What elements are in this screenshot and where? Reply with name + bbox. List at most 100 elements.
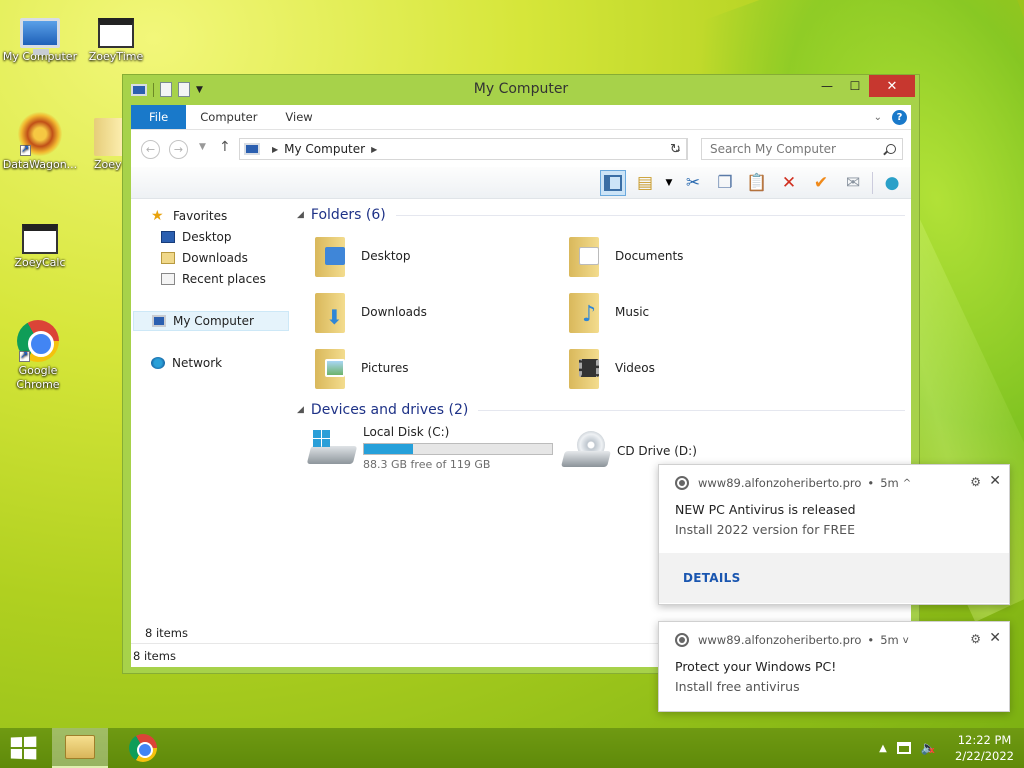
show-hidden-icons-icon[interactable]: ▲ bbox=[879, 743, 887, 754]
desktop-icon bbox=[161, 231, 175, 243]
drive-local-disk-c[interactable]: Local Disk (C:) 88.3 GB free of 119 GB bbox=[306, 423, 553, 473]
star-icon: ★ bbox=[151, 208, 164, 224]
close-button[interactable]: ✕ bbox=[869, 75, 915, 97]
nav-favorites[interactable]: ★ Favorites bbox=[151, 206, 227, 226]
refresh-button[interactable]: ↻ bbox=[664, 138, 688, 160]
properties-dropdown-icon[interactable]: ▼ bbox=[664, 170, 674, 196]
title-bar[interactable]: ▼ My Computer — ☐ ✕ bbox=[123, 75, 919, 105]
expand-chevron-icon[interactable]: v bbox=[903, 635, 909, 646]
folder-desktop[interactable]: Desktop bbox=[311, 231, 551, 281]
desktop-icon-zoeycalc[interactable]: ZoeyCalc bbox=[0, 216, 80, 270]
taskbar-chrome[interactable] bbox=[115, 728, 171, 768]
status-text: 8 items bbox=[133, 648, 176, 663]
notification-source: www89.alfonzoheriberto.pro bbox=[698, 476, 862, 490]
layout-pane-button[interactable] bbox=[600, 169, 626, 196]
nav-label: Downloads bbox=[182, 251, 248, 265]
expand-ribbon-icon[interactable]: ⌄ bbox=[874, 112, 882, 123]
command-toolbar: ▤ ▼ ✂ ❐ 📋 ✕ ✔ ✉ ● bbox=[131, 167, 911, 199]
nav-downloads[interactable]: Downloads bbox=[161, 248, 248, 268]
chrome-icon bbox=[129, 734, 157, 762]
breadcrumb-arrow-icon[interactable]: ▶ bbox=[371, 145, 377, 154]
maximize-button[interactable]: ☐ bbox=[841, 75, 869, 97]
taskbar: ▲ 🔈 x 12:22 PM 2/22/2022 bbox=[0, 728, 1024, 768]
globe-icon[interactable]: ● bbox=[879, 170, 905, 196]
folder-label: Pictures bbox=[361, 361, 409, 375]
cd-drive-icon bbox=[561, 431, 611, 471]
folder-pictures[interactable]: Pictures bbox=[311, 343, 551, 393]
tab-computer[interactable]: Computer bbox=[186, 105, 271, 129]
app-window-icon bbox=[98, 18, 134, 48]
videos-folder-icon bbox=[565, 345, 605, 391]
notification-antivirus-released[interactable]: www89.alfonzoheriberto.pro • 5m ^ ⚙ ✕ NE… bbox=[658, 464, 1010, 605]
clock-date: 2/22/2022 bbox=[955, 749, 1014, 763]
taskbar-file-explorer[interactable] bbox=[52, 728, 108, 768]
drive-label: Local Disk (C:) bbox=[363, 425, 450, 439]
clock[interactable]: 12:22 PM 2/22/2022 bbox=[955, 732, 1014, 764]
breadcrumb-my-computer[interactable]: My Computer bbox=[284, 142, 365, 156]
notification-body: Install 2022 version for FREE bbox=[675, 522, 855, 537]
item-count: 8 items bbox=[145, 626, 188, 640]
breadcrumb-arrow-icon[interactable]: ▶ bbox=[272, 145, 278, 154]
properties-button[interactable]: ▤ bbox=[632, 170, 658, 196]
recent-locations-icon[interactable]: ▼ bbox=[199, 142, 206, 152]
help-icon[interactable]: ? bbox=[892, 109, 907, 125]
notification-header: www89.alfonzoheriberto.pro • 5m ^ ⚙ ✕ bbox=[659, 465, 1009, 501]
folders-group-header[interactable]: ◢ Folders (6) bbox=[297, 205, 905, 225]
nav-my-computer[interactable]: My Computer bbox=[133, 311, 289, 331]
network-status-icon[interactable] bbox=[896, 742, 911, 754]
address-bar[interactable]: ▶ My Computer ▶ ⌄ bbox=[239, 138, 687, 160]
nav-network[interactable]: Network bbox=[151, 353, 222, 373]
nav-recent-places[interactable]: Recent places bbox=[161, 269, 266, 289]
desktop-icon-label: ZoeyTime bbox=[88, 50, 144, 63]
drive-free-space: 88.3 GB free of 119 GB bbox=[363, 458, 491, 471]
notification-protect-pc[interactable]: www89.alfonzoheriberto.pro • 5m v ⚙ ✕ Pr… bbox=[658, 621, 1010, 712]
copy-button[interactable]: ❐ bbox=[712, 170, 738, 196]
collapse-chevron-icon[interactable]: ^ bbox=[903, 478, 911, 489]
collapse-icon[interactable]: ◢ bbox=[297, 405, 304, 415]
delete-button[interactable]: ✕ bbox=[776, 170, 802, 196]
folder-label: Downloads bbox=[361, 305, 427, 319]
search-placeholder: Search My Computer bbox=[710, 142, 836, 156]
close-icon[interactable]: ✕ bbox=[989, 630, 1001, 646]
rename-button[interactable]: ✔ bbox=[808, 170, 834, 196]
folder-videos[interactable]: Videos bbox=[565, 343, 805, 393]
notification-body: Install free antivirus bbox=[675, 679, 800, 694]
desktop-icon-my-computer[interactable]: My Computer bbox=[0, 10, 80, 64]
volume-muted-icon[interactable]: 🔈 x bbox=[921, 741, 937, 756]
start-button[interactable] bbox=[10, 736, 37, 760]
up-button[interactable]: ↑ bbox=[219, 139, 231, 155]
folder-documents[interactable]: Documents bbox=[565, 231, 805, 281]
close-icon[interactable]: ✕ bbox=[989, 473, 1001, 489]
search-icon[interactable] bbox=[886, 144, 896, 154]
details-button[interactable]: DETAILS bbox=[659, 553, 1009, 603]
notification-header: www89.alfonzoheriberto.pro • 5m v ⚙ ✕ bbox=[659, 622, 1009, 658]
gear-icon[interactable]: ⚙ bbox=[970, 632, 981, 646]
back-button[interactable]: ← bbox=[141, 140, 160, 159]
tab-view[interactable]: View bbox=[271, 105, 326, 129]
desktop-icon-datawagon[interactable]: DataWagon... bbox=[0, 112, 80, 172]
search-input[interactable]: Search My Computer bbox=[701, 138, 903, 160]
address-row: ← → ▼ ↑ ▶ My Computer ▶ ⌄ ↻ Search My Co… bbox=[131, 129, 911, 167]
desktop-icon-zoey[interactable]: Zoey bbox=[76, 112, 122, 172]
email-button[interactable]: ✉ bbox=[840, 170, 866, 196]
folder-downloads[interactable]: Downloads bbox=[311, 287, 551, 337]
desktop-icon-label: Google Chrome bbox=[16, 364, 60, 391]
devices-group-header[interactable]: ◢ Devices and drives (2) bbox=[297, 400, 905, 420]
folder-music[interactable]: Music bbox=[565, 287, 805, 337]
minimize-button[interactable]: — bbox=[813, 75, 841, 97]
nav-label: Desktop bbox=[182, 230, 232, 244]
window-controls: — ☐ ✕ bbox=[813, 75, 915, 97]
folder-label: Music bbox=[615, 305, 650, 319]
cut-button[interactable]: ✂ bbox=[680, 170, 706, 196]
paste-button[interactable]: 📋 bbox=[744, 170, 770, 196]
nav-desktop[interactable]: Desktop bbox=[161, 227, 232, 247]
app-window-icon bbox=[22, 224, 58, 254]
downloads-folder-icon bbox=[161, 252, 175, 264]
collapse-icon[interactable]: ◢ bbox=[297, 210, 304, 220]
forward-button[interactable]: → bbox=[169, 140, 188, 159]
desktop-icon-zoeytime[interactable]: ZoeyTime bbox=[76, 10, 156, 64]
tab-file[interactable]: File bbox=[131, 105, 187, 129]
desktop-icon-google-chrome[interactable]: Google Chrome bbox=[0, 320, 76, 392]
folder-label: Desktop bbox=[361, 249, 411, 263]
gear-icon[interactable]: ⚙ bbox=[970, 475, 981, 489]
